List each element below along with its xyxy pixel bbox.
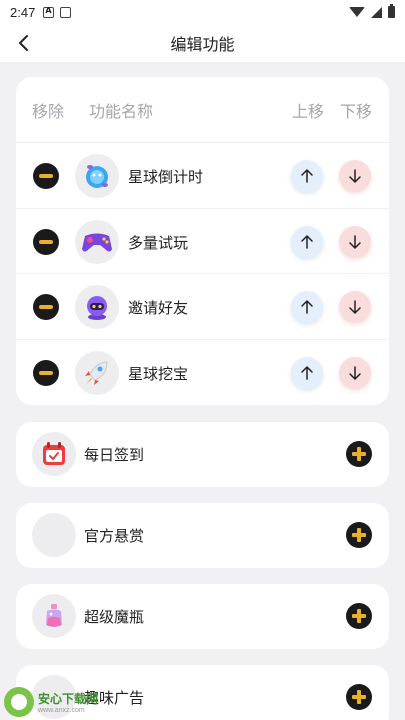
notification-a-icon	[43, 6, 55, 18]
add-button[interactable]	[346, 603, 372, 629]
calendar-icon	[32, 432, 76, 476]
available-feature-card: 每日签到	[16, 422, 389, 487]
rocket-icon	[75, 350, 119, 395]
move-up-button[interactable]	[291, 291, 323, 323]
status-time: 2:47	[10, 4, 36, 20]
watermark: 安心下载网 www.anxz.com	[0, 684, 110, 720]
battery-icon	[388, 4, 395, 18]
available-feature-card: 超级魔瓶	[16, 584, 389, 649]
active-features-card: 移除 功能名称 上移 下移 星球倒计时 多量试玩 邀请好友 星球挖宝	[16, 77, 389, 405]
empty-icon	[32, 513, 76, 557]
remove-button[interactable]	[33, 359, 59, 386]
feature-label: 每日签到	[84, 446, 145, 464]
header-move-up: 上移	[292, 101, 325, 121]
gamepad-icon	[75, 219, 119, 264]
arrow-up-icon	[301, 169, 313, 183]
arrow-down-icon	[349, 234, 361, 249]
add-button[interactable]	[346, 684, 372, 710]
move-down-button[interactable]	[339, 291, 371, 323]
header-remove: 移除	[32, 101, 65, 121]
feature-row: 多量试玩	[16, 209, 389, 274]
arrow-up-icon	[301, 234, 313, 249]
feature-label: 邀请好友	[128, 299, 189, 317]
remove-button[interactable]	[33, 163, 59, 189]
robot-icon	[75, 285, 119, 329]
watermark-main: 安心下载网	[38, 692, 99, 706]
status-bar: 2:47	[0, 0, 405, 24]
potion-bottle-icon	[32, 594, 76, 638]
add-button[interactable]	[346, 522, 372, 548]
arrow-up-icon	[301, 300, 313, 314]
feature-label: 星球挖宝	[128, 364, 189, 383]
add-button[interactable]	[346, 441, 372, 467]
remove-button[interactable]	[33, 294, 59, 320]
wifi-icon	[349, 7, 365, 17]
move-down-button[interactable]	[339, 160, 371, 192]
remove-button[interactable]	[33, 228, 59, 255]
page-title: 编辑功能	[170, 35, 235, 54]
watermark-logo-icon	[4, 687, 34, 717]
nav-bar: 编辑功能	[0, 24, 405, 62]
arrow-down-icon	[349, 365, 361, 380]
move-up-button[interactable]	[291, 356, 323, 389]
signal-icon	[371, 6, 382, 18]
back-arrow-icon[interactable]	[15, 34, 33, 52]
move-up-button[interactable]	[291, 160, 323, 192]
table-header: 移除 功能名称 上移 下移	[16, 77, 389, 143]
feature-label: 超级魔瓶	[84, 608, 145, 626]
arrow-down-icon	[349, 169, 361, 183]
header-move-down: 下移	[340, 101, 373, 121]
feature-label: 官方悬赏	[84, 527, 145, 545]
planet-timer-icon	[75, 154, 119, 198]
arrow-up-icon	[301, 365, 313, 380]
feature-row: 星球挖宝	[16, 340, 389, 406]
watermark-sub: www.anxz.com	[38, 707, 85, 714]
feature-label: 多量试玩	[128, 233, 189, 252]
feature-row: 星球倒计时	[16, 143, 389, 209]
arrow-down-icon	[349, 300, 361, 314]
move-down-button[interactable]	[339, 225, 371, 258]
feature-label: 星球倒计时	[128, 168, 204, 186]
move-down-button[interactable]	[339, 356, 371, 389]
notification-box-icon	[60, 6, 72, 18]
available-feature-card: 官方悬赏	[16, 503, 389, 568]
move-up-button[interactable]	[291, 225, 323, 258]
feature-row: 邀请好友	[16, 274, 389, 340]
header-name: 功能名称	[89, 101, 154, 121]
